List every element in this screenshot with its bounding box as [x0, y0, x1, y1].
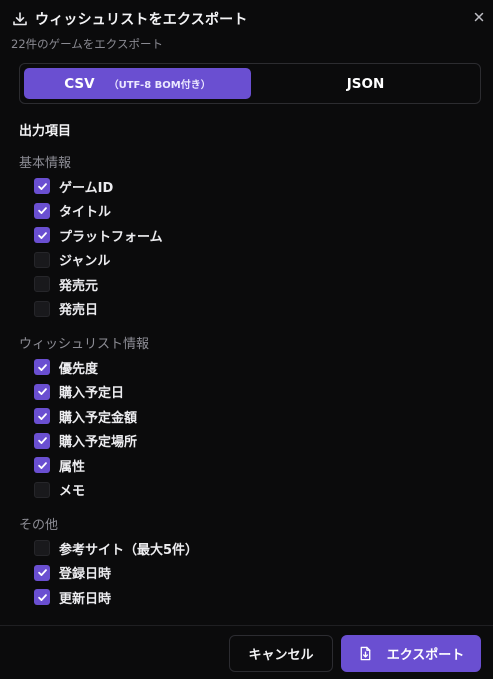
field-option[interactable]: 購入予定日 — [34, 382, 124, 402]
field-option-label: 優先度 — [59, 361, 99, 377]
checkbox-checked[interactable] — [34, 227, 50, 243]
field-option[interactable]: プラットフォーム — [34, 225, 163, 245]
field-option-label: タイトル — [59, 205, 112, 220]
export-button[interactable]: エクスポート — [341, 635, 481, 672]
format-csv-label: CSV — [64, 75, 95, 92]
checkbox-unchecked[interactable] — [34, 276, 50, 292]
checkbox-checked[interactable] — [34, 457, 50, 473]
checkbox-checked[interactable] — [34, 383, 50, 400]
field-option-label: 更新日時 — [59, 591, 112, 607]
checkbox-unchecked[interactable] — [34, 481, 50, 498]
checkbox-checked[interactable] — [34, 589, 50, 605]
field-option[interactable]: ジャンル — [34, 250, 110, 270]
checkbox-checked[interactable] — [34, 408, 50, 424]
field-option-label: ジャンル — [59, 254, 111, 269]
group-label: その他 — [19, 518, 59, 533]
checkbox-checked[interactable] — [34, 178, 50, 194]
field-option[interactable]: 属性 — [34, 455, 85, 475]
field-option-label: プラットフォーム — [59, 229, 163, 245]
field-option[interactable]: 登録日時 — [34, 563, 111, 583]
checkbox-unchecked[interactable] — [34, 251, 50, 268]
field-option-label: メモ — [59, 484, 86, 499]
field-option-label: 属性 — [59, 459, 86, 475]
checkbox-unchecked[interactable] — [34, 300, 50, 317]
checkbox-unchecked[interactable] — [34, 540, 50, 556]
dialog-header: ウィッシュリストをエクスポート 22件のゲームをエクスポート — [0, 0, 493, 56]
close-icon[interactable] — [471, 9, 487, 25]
dialog-title: ウィッシュリストをエクスポート — [35, 12, 248, 28]
field-option-label: 参考サイト（最大5件） — [59, 542, 199, 558]
cancel-button[interactable]: キャンセル — [229, 635, 333, 672]
cancel-button-label: キャンセル — [248, 648, 314, 663]
checkbox-checked[interactable] — [34, 432, 50, 449]
field-option-label: 購入予定金額 — [59, 410, 138, 426]
field-option[interactable]: 優先度 — [34, 357, 98, 377]
group-label: ウィッシュリスト情報 — [19, 337, 150, 352]
field-option[interactable]: 購入予定場所 — [34, 431, 137, 451]
format-csv-note: （UTF-8 BOM付き） — [108, 80, 211, 91]
field-option-label: 購入予定日 — [59, 386, 125, 401]
download-icon — [13, 12, 27, 26]
field-option[interactable]: 参考サイト（最大5件） — [34, 538, 198, 558]
format-json-label: JSON — [346, 75, 385, 92]
footer-divider — [0, 625, 493, 626]
field-option[interactable]: メモ — [34, 480, 85, 500]
format-json-button[interactable]: JSON — [253, 68, 478, 99]
field-option[interactable]: タイトル — [34, 201, 111, 221]
export-dialog: ウィッシュリストをエクスポート 22件のゲームをエクスポート CSV （UTF-… — [0, 0, 493, 679]
field-option[interactable]: 購入予定金額 — [34, 406, 137, 426]
field-option[interactable]: ゲームID — [34, 176, 113, 196]
field-option-label: 登録日時 — [59, 567, 112, 582]
field-option-label: 購入予定場所 — [59, 435, 138, 450]
format-toggle: CSV （UTF-8 BOM付き） JSON — [19, 63, 481, 104]
checkbox-checked[interactable] — [34, 359, 50, 375]
export-button-label: エクスポート — [386, 648, 465, 663]
format-csv-button[interactable]: CSV （UTF-8 BOM付き） — [24, 68, 251, 99]
field-option-label: 発売日 — [59, 303, 99, 318]
field-option[interactable]: 発売日 — [34, 299, 98, 319]
field-option[interactable]: 更新日時 — [34, 587, 111, 607]
file-export-icon — [360, 646, 371, 661]
field-option-label: ゲームID — [59, 180, 114, 196]
field-option[interactable]: 発売元 — [34, 274, 98, 294]
checkbox-checked[interactable] — [34, 564, 50, 581]
dialog-subtitle: 22件のゲームをエクスポート — [11, 37, 163, 51]
group-label: 基本情報 — [19, 156, 72, 171]
fields-section-title: 出力項目 — [19, 124, 72, 139]
field-option-label: 発売元 — [59, 278, 99, 294]
checkbox-checked[interactable] — [34, 202, 50, 219]
